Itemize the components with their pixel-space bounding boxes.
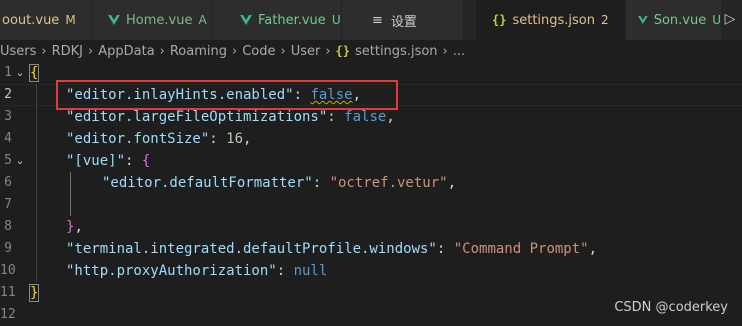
- chevron-right-icon: ›: [159, 43, 165, 59]
- line-number: 2: [4, 87, 12, 102]
- vue-icon: [108, 15, 120, 25]
- indent-guide: [36, 84, 37, 282]
- tab-home-vue[interactable]: Home.vue A: [92, 0, 212, 40]
- breadcrumb-settings-json[interactable]: settings.json: [355, 44, 438, 59]
- breadcrumb-code[interactable]: Code: [242, 44, 275, 59]
- fold-chevron-icon[interactable]: ⌄: [13, 150, 27, 172]
- line-number: 5: [4, 153, 12, 168]
- json-icon: {}: [335, 44, 350, 58]
- modified-badge: M: [65, 13, 76, 27]
- tab-settings[interactable]: ≡ 设置: [342, 0, 464, 40]
- line-number: 1: [4, 65, 12, 80]
- breadcrumb-appdata[interactable]: AppData: [98, 44, 154, 59]
- indent-guide: [70, 172, 71, 216]
- tab-label: Father.vue: [258, 12, 326, 28]
- settings-list-icon: ≡: [372, 12, 383, 28]
- breadcrumb-user[interactable]: User: [291, 44, 321, 59]
- code-line-4: "editor.fontSize": 16,: [66, 131, 252, 147]
- tab-about-vue[interactable]: oout.vue M: [0, 0, 92, 40]
- code-line-8: },: [66, 219, 83, 235]
- line-number: 11: [0, 285, 16, 300]
- breadcrumb: Users › RDKJ › AppData › Roaming › Code …: [0, 40, 742, 62]
- tab-bar: oout.vue M Home.vue A Father.vue U ≡ 设置 …: [0, 0, 742, 40]
- breadcrumb-symbol[interactable]: ...: [453, 44, 465, 59]
- annotation-highlight-box: [56, 80, 398, 110]
- code-line-5: "[vue]": {: [66, 153, 151, 169]
- code-line-9: "terminal.integrated.defaultProfile.wind…: [66, 241, 598, 257]
- line-number: 9: [4, 241, 12, 256]
- vue-icon: [240, 15, 252, 25]
- tab-label: 设置: [390, 14, 417, 30]
- line-number: 12: [0, 307, 16, 322]
- tab-label: Home.vue: [126, 12, 193, 28]
- untracked-badge: U: [712, 13, 721, 27]
- tab-father-vue[interactable]: Father.vue U: [212, 0, 342, 40]
- line-number: 3: [4, 109, 12, 124]
- code-line-1: {: [28, 64, 40, 82]
- play-icon[interactable]: ▷: [722, 10, 738, 28]
- line-number: 10: [0, 263, 16, 278]
- added-badge: A: [198, 13, 207, 27]
- json-icon: {}: [492, 13, 507, 27]
- breadcrumb-rdkj[interactable]: RDKJ: [52, 44, 83, 59]
- code-line-11: }: [28, 284, 40, 302]
- tab-son-vue[interactable]: Son.vue U: [626, 0, 722, 40]
- chevron-right-icon: ›: [442, 43, 448, 59]
- chevron-right-icon: ›: [88, 43, 94, 59]
- breadcrumb-users[interactable]: Users: [0, 44, 36, 59]
- watermark: CSDN @coderkey: [614, 300, 728, 315]
- code-line-10: "http.proxyAuthorization": null: [66, 263, 328, 279]
- chevron-right-icon: ›: [280, 43, 286, 59]
- line-number: 4: [4, 131, 12, 146]
- line-number: 6: [4, 175, 12, 190]
- problems-badge: 2: [601, 13, 609, 27]
- line-number: 7: [4, 197, 12, 212]
- vue-icon: [638, 15, 648, 25]
- tab-label: settings.json: [512, 12, 596, 28]
- tab-label: oout.vue: [2, 12, 60, 28]
- chevron-right-icon: ›: [41, 43, 47, 59]
- tab-label: Son.vue: [653, 12, 707, 28]
- code-line-6: "editor.defaultFormatter": "octref.vetur…: [102, 175, 457, 191]
- chevron-right-icon: ›: [325, 43, 331, 59]
- fold-chevron-icon[interactable]: ⌄: [13, 62, 27, 84]
- tab-settings-json[interactable]: {} settings.json 2: [476, 0, 626, 40]
- breadcrumb-roaming[interactable]: Roaming: [170, 44, 227, 59]
- code-editor[interactable]: 1 2 3 4 5 6 7 8 9 10 11 12 ⌄ ⌄ { "editor…: [0, 62, 742, 325]
- line-number: 8: [4, 219, 12, 234]
- untracked-badge: U: [331, 13, 341, 27]
- chevron-right-icon: ›: [232, 43, 238, 59]
